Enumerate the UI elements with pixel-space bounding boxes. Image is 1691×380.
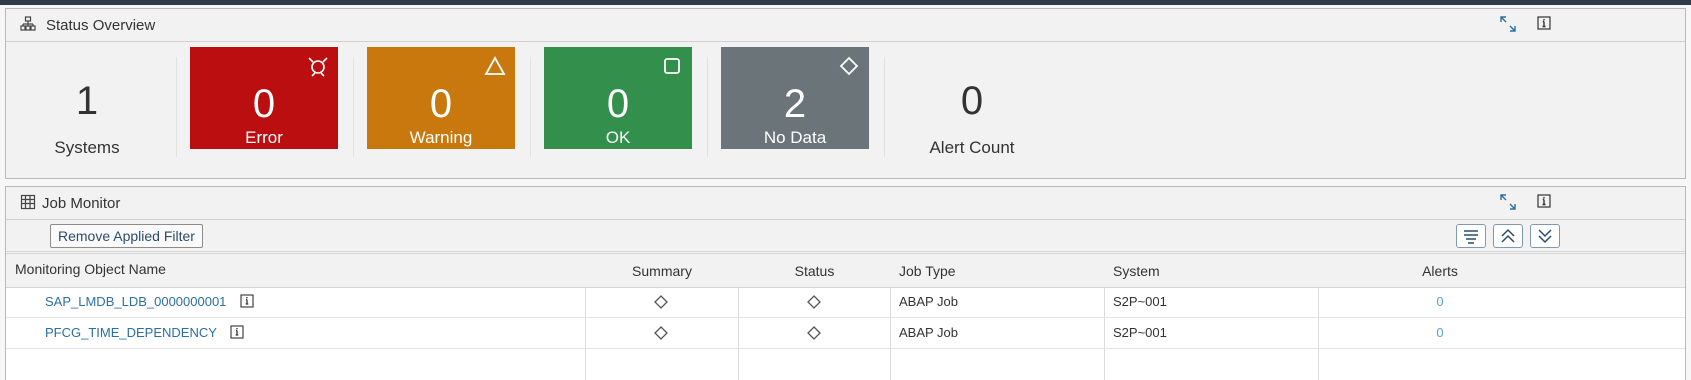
error-count: 0 bbox=[252, 82, 276, 126]
list-icon bbox=[1464, 230, 1478, 244]
alert-count-label: Alert Count bbox=[929, 138, 1015, 157]
double-chevron-up-icon bbox=[1501, 228, 1515, 243]
tile-separator bbox=[884, 57, 885, 157]
tile-separator bbox=[707, 57, 708, 157]
ok-tile[interactable]: 0 OK bbox=[544, 47, 692, 149]
expand-icon[interactable] bbox=[1499, 193, 1519, 213]
ok-count: 0 bbox=[606, 82, 630, 126]
warning-triangle-icon bbox=[484, 55, 506, 77]
table-icon bbox=[20, 194, 40, 214]
alert-count-tile[interactable]: 0 Alert Count bbox=[892, 51, 1052, 161]
tile-separator bbox=[353, 57, 354, 157]
info-icon[interactable] bbox=[240, 294, 254, 308]
top-bar bbox=[0, 0, 1691, 5]
system-cell: S2P~001 bbox=[1113, 294, 1167, 309]
remove-applied-filter-button[interactable]: Remove Applied Filter bbox=[50, 224, 203, 248]
hierarchy-icon bbox=[20, 16, 40, 36]
job-monitor-toolbar: Remove Applied Filter bbox=[6, 220, 1685, 252]
status-overview-panel: Status Overview 1 Systems 0 Error 0 Warn… bbox=[5, 8, 1686, 179]
job-monitor-header: Job Monitor bbox=[6, 187, 1685, 220]
diamond-icon bbox=[807, 295, 821, 309]
no-data-tile[interactable]: 2 No Data bbox=[721, 47, 869, 149]
table-row[interactable]: SAP_LMDB_LDB_0000000001 ABAP Job S2P~001… bbox=[6, 287, 1685, 318]
info-icon[interactable] bbox=[230, 325, 244, 339]
job-monitor-title: Job Monitor bbox=[42, 195, 121, 212]
column-settings-button[interactable] bbox=[1456, 224, 1486, 248]
job-monitor-table: Monitoring Object Name Summary Status Jo… bbox=[6, 253, 1685, 380]
alerts-link[interactable]: 0 bbox=[1319, 318, 1561, 348]
monitoring-object-link[interactable]: SAP_LMDB_LDB_0000000001 bbox=[45, 287, 226, 317]
system-cell: S2P~001 bbox=[1113, 325, 1167, 340]
warning-count: 0 bbox=[429, 82, 453, 126]
status-overview-header: Status Overview bbox=[6, 9, 1685, 42]
no-data-label: No Data bbox=[763, 128, 827, 147]
error-label: Error bbox=[245, 128, 283, 147]
systems-tile[interactable]: 1 Systems bbox=[7, 51, 167, 161]
tile-separator bbox=[176, 57, 177, 157]
warning-label: Warning bbox=[409, 128, 473, 147]
info-icon[interactable] bbox=[1536, 15, 1556, 35]
info-icon[interactable] bbox=[1536, 193, 1556, 213]
no-data-count: 2 bbox=[783, 82, 807, 126]
expand-icon[interactable] bbox=[1499, 15, 1519, 35]
job-monitor-panel: Job Monitor Remove Applied Filter Monito… bbox=[5, 186, 1686, 380]
diamond-icon bbox=[654, 295, 668, 309]
expand-all-button[interactable] bbox=[1530, 224, 1560, 248]
double-chevron-down-icon bbox=[1538, 229, 1552, 244]
status-overview-title: Status Overview bbox=[46, 17, 156, 34]
alert-count-value: 0 bbox=[960, 79, 984, 123]
table-row[interactable]: PFCG_TIME_DEPENDENCY ABAP Job S2P~001 0 bbox=[6, 318, 1685, 349]
collapse-all-button[interactable] bbox=[1493, 224, 1523, 248]
square-icon bbox=[661, 55, 683, 77]
diamond-icon bbox=[838, 55, 860, 77]
job-type-cell: ABAP Job bbox=[899, 325, 959, 340]
alerts-link[interactable]: 0 bbox=[1319, 287, 1561, 317]
error-tile[interactable]: 0 Error bbox=[190, 47, 338, 149]
table-header: Monitoring Object Name Summary Status Jo… bbox=[6, 253, 1685, 288]
systems-count: 1 bbox=[75, 79, 99, 123]
warning-tile[interactable]: 0 Warning bbox=[367, 47, 515, 149]
job-type-cell: ABAP Job bbox=[899, 294, 959, 309]
ok-label: OK bbox=[605, 128, 631, 147]
diamond-icon bbox=[654, 326, 668, 340]
systems-label: Systems bbox=[54, 138, 120, 157]
monitoring-object-link[interactable]: PFCG_TIME_DEPENDENCY bbox=[45, 318, 217, 348]
alarm-icon bbox=[307, 55, 329, 77]
diamond-icon bbox=[807, 326, 821, 340]
tile-separator bbox=[530, 57, 531, 157]
